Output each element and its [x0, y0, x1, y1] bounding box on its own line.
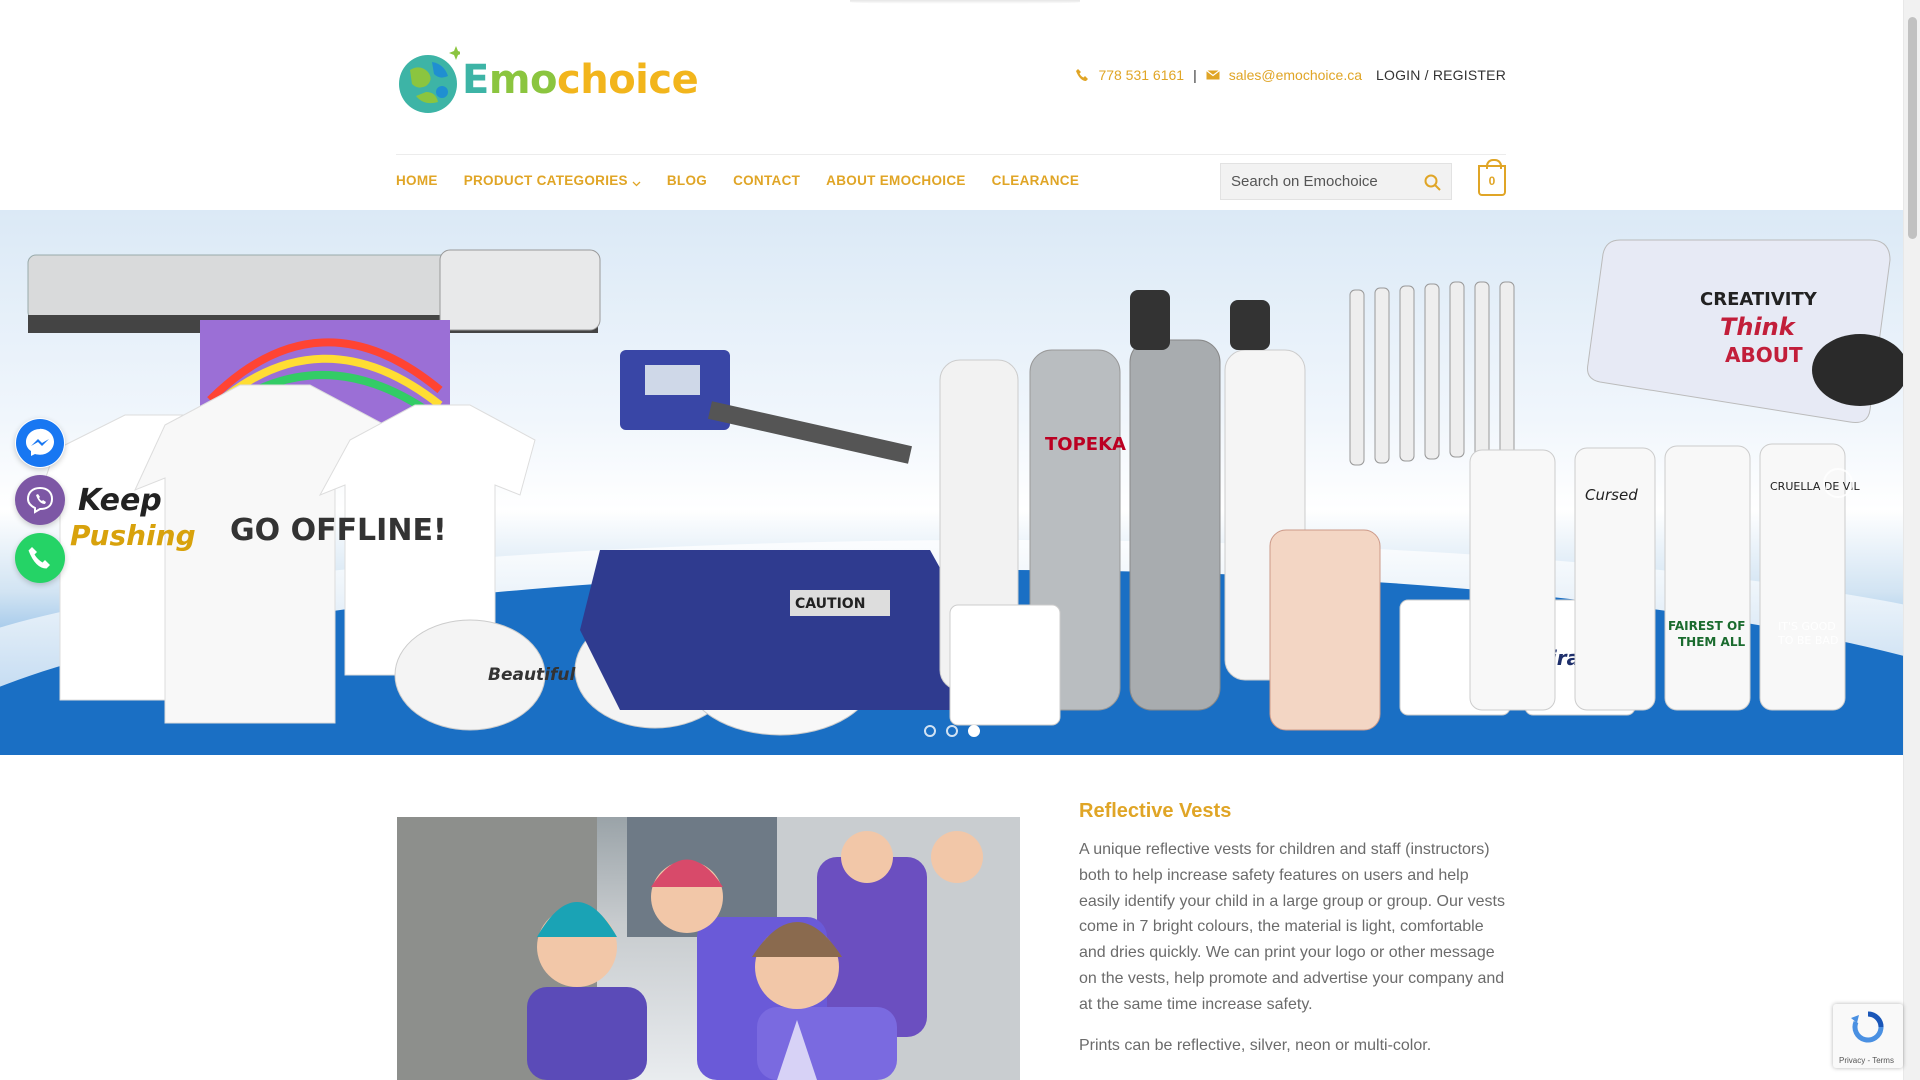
hero-product-illustration: GO OFFLINE! Keep Pushing Beautiful Balan…	[27, 239, 1903, 736]
article-body-secondary: Prints can be reflective, silver, neon o…	[1079, 1037, 1432, 1054]
search-input[interactable]	[1231, 173, 1421, 190]
reflective-vests-image	[397, 817, 1020, 1080]
slider-dots	[924, 725, 980, 737]
search-box	[1220, 163, 1452, 200]
scrollbar-thumb[interactable]	[1908, 17, 1917, 239]
svg-text:Cursed: Cursed	[1585, 486, 1638, 504]
slider-dot-active[interactable]	[968, 725, 980, 737]
cart-button[interactable]: 0	[1478, 159, 1506, 196]
top-shadow	[850, 0, 1080, 4]
slider-dot[interactable]	[924, 725, 936, 737]
viber-button[interactable]	[15, 475, 65, 525]
viber-icon	[26, 486, 54, 514]
svg-text:IT'S GOOD: IT'S GOOD	[1778, 620, 1836, 633]
recaptcha-badge[interactable]: Privacy - Terms	[1833, 1004, 1903, 1068]
contact-bar: 778 531 6161 | sales@emochoice.ca LOGIN …	[1075, 67, 1506, 83]
svg-text:TOPEKA: TOPEKA	[1045, 434, 1126, 455]
nav-clearance[interactable]: CLEARANCE	[992, 173, 1079, 188]
phone-call-icon	[28, 547, 50, 569]
svg-text:Keep: Keep	[78, 483, 162, 518]
contact-separator: |	[1193, 67, 1197, 83]
nav-divider	[396, 154, 1506, 155]
nav-home[interactable]: HOME	[396, 173, 438, 188]
svg-text:ABOUT: ABOUT	[1725, 343, 1803, 367]
svg-text:THEM ALL: THEM ALL	[1678, 635, 1745, 649]
hero-next-arrow[interactable]	[1823, 468, 1853, 498]
site-logo[interactable]: Emochoice	[396, 40, 699, 114]
slider-dot[interactable]	[946, 725, 958, 737]
logo-text-mo: mo	[488, 57, 558, 103]
messenger-icon	[16, 419, 64, 467]
search-icon[interactable]	[1424, 174, 1441, 191]
login-register-link[interactable]: LOGIN / REGISTER	[1376, 67, 1506, 83]
recaptcha-icon	[1851, 1011, 1884, 1043]
messenger-button[interactable]	[15, 418, 65, 468]
svg-text:CAUTION: CAUTION	[795, 596, 865, 612]
logo-text-e: E	[462, 57, 489, 103]
page-scrollbar[interactable]	[1903, 0, 1920, 1080]
hero-slider[interactable]: GO OFFLINE! Keep Pushing Beautiful Balan…	[0, 210, 1903, 755]
envelope-icon	[1205, 68, 1220, 82]
svg-text:Beautiful: Beautiful	[488, 665, 577, 685]
phone-number-link[interactable]: 778 531 6161	[1098, 67, 1184, 83]
nav-product-categories[interactable]: PRODUCT CATEGORIES	[464, 173, 641, 188]
chevron-down-icon	[632, 176, 641, 187]
logo-wordmark: Emochoice	[462, 57, 699, 103]
recaptcha-terms[interactable]: Privacy - Terms	[1839, 1056, 1894, 1065]
svg-text:GO OFFLINE!: GO OFFLINE!	[230, 513, 447, 548]
article-title: Reflective Vests	[1079, 800, 1232, 822]
whatsapp-button[interactable]	[15, 533, 65, 583]
main-nav: HOME PRODUCT CATEGORIES BLOG CONTACT ABO…	[396, 173, 1105, 188]
globe-logo-icon	[396, 40, 463, 114]
cart-count: 0	[1488, 173, 1496, 188]
svg-text:FAIREST OF: FAIREST OF	[1668, 619, 1745, 633]
svg-text:TO BE BAD: TO BE BAD	[1777, 634, 1838, 647]
phone-icon	[1075, 68, 1089, 82]
nav-about[interactable]: ABOUT EMOCHOICE	[826, 173, 966, 188]
logo-text-choice: choice	[557, 57, 699, 103]
nav-blog[interactable]: BLOG	[667, 173, 707, 188]
svg-text:Think: Think	[1720, 313, 1797, 341]
svg-text:CREATIVITY: CREATIVITY	[1700, 289, 1818, 310]
nav-contact[interactable]: CONTACT	[733, 173, 800, 188]
email-link[interactable]: sales@emochoice.ca	[1229, 67, 1362, 83]
article-body: A unique reflective vests for children a…	[1079, 841, 1505, 1013]
nav-product-categories-label: PRODUCT CATEGORIES	[463, 173, 628, 188]
svg-text:Pushing: Pushing	[70, 519, 196, 552]
